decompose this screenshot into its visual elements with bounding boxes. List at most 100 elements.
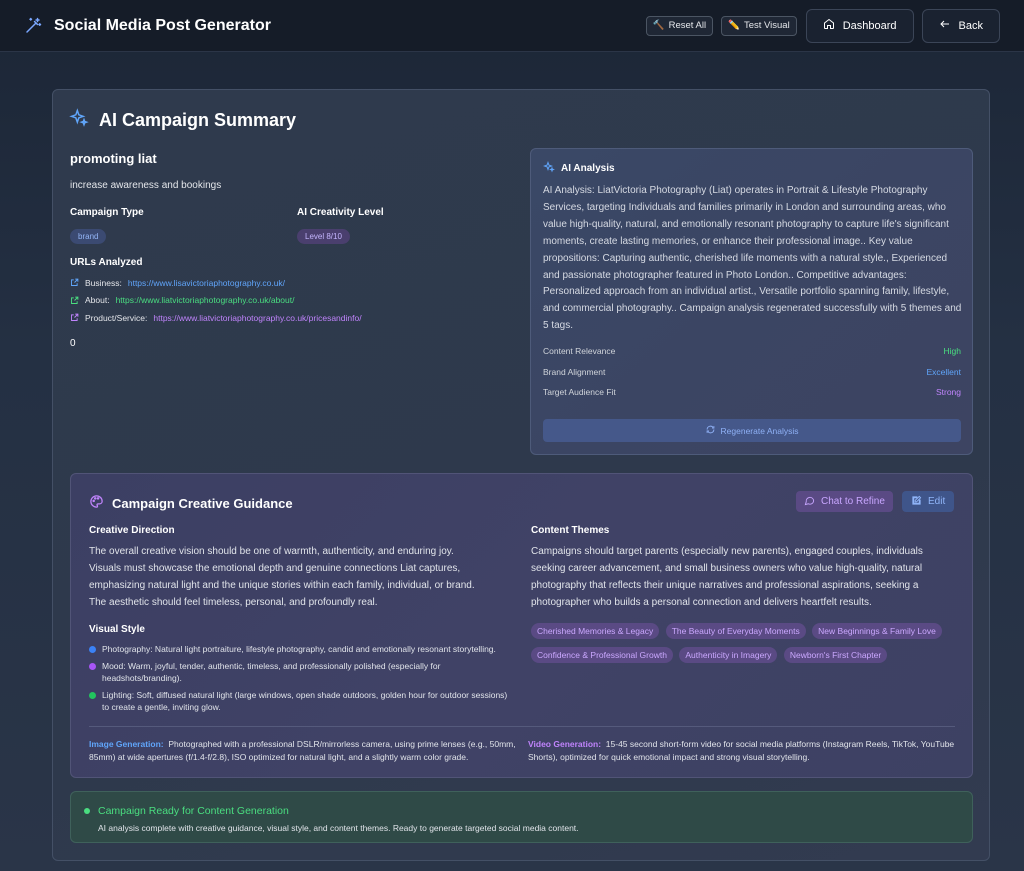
edit-label: Edit	[928, 496, 946, 507]
guidance-header: Campaign Creative Guidance	[89, 494, 293, 512]
palette-icon	[89, 494, 104, 512]
status-dot	[84, 808, 90, 814]
app-title: Social Media Post Generator	[54, 16, 271, 34]
pencil-icon: ✏️	[728, 20, 740, 31]
content-themes-text: Campaigns should target parents (especia…	[531, 546, 923, 608]
url-link[interactable]: https://www.lisavictoriaphotography.co.u…	[128, 278, 285, 288]
image-generation-row: Image Generation: Photographed with a pr…	[89, 738, 519, 763]
card-title: AI Campaign Summary	[69, 108, 296, 133]
ai-analysis-text: AI Analysis: LiatVictoria Photography (L…	[543, 185, 962, 332]
regenerate-analysis-button[interactable]: Regenerate Analysis	[543, 419, 961, 442]
metric-brand-alignment: Brand Alignment Excellent	[543, 367, 961, 377]
metric-value: Strong	[935, 387, 961, 397]
sparkles-icon	[542, 160, 555, 176]
arrow-left-icon	[939, 18, 951, 33]
regenerate-label: Regenerate Analysis	[720, 425, 799, 436]
ai-analysis-title: AI Analysis	[561, 163, 615, 174]
url-label: Business:	[85, 277, 122, 288]
back-label: Back	[958, 19, 983, 32]
chat-label: Chat to Refine	[821, 496, 885, 507]
visual-style-item: Lighting: Soft, diffused natural light (…	[89, 690, 514, 713]
visual-style-item: Mood: Warm, joyful, tender, authentic, t…	[89, 661, 514, 684]
metric-target-audience-fit: Target Audience Fit Strong	[543, 387, 961, 397]
url-row-business: Business: https://www.lisavictoriaphotog…	[70, 274, 362, 292]
campaign-summary-card: AI Campaign Summary promoting liat incre…	[52, 89, 990, 861]
back-button[interactable]: Back	[921, 8, 1000, 43]
hammer-icon: 🔨	[652, 20, 665, 31]
bullet-dot	[89, 692, 96, 699]
external-link-icon	[70, 296, 79, 305]
top-bar: Social Media Post Generator 🔨 Reset All …	[0, 0, 1024, 52]
ai-analysis-header: AI Analysis	[542, 160, 615, 176]
theme-tag: Confidence & Professional Growth	[531, 647, 673, 663]
creative-direction-text: The overall creative vision should be on…	[89, 546, 475, 608]
theme-tag: New Beginnings & Family Love	[812, 623, 942, 639]
visual-style-label: Visual Style	[89, 624, 145, 635]
image-generation-label: Image Generation:	[89, 739, 164, 749]
reset-all-label: Reset All	[668, 20, 707, 31]
visual-style-item: Photography: Natural light portraiture, …	[89, 644, 514, 656]
ready-subtitle: AI analysis complete with creative guida…	[98, 823, 579, 833]
visual-style-text: Mood: Warm, joyful, tender, authentic, t…	[102, 661, 441, 683]
divider	[89, 726, 955, 727]
theme-tags: Cherished Memories & Legacy The Beauty o…	[531, 621, 961, 669]
campaign-type-label: Campaign Type	[70, 207, 144, 218]
creative-direction-label: Creative Direction	[89, 525, 175, 536]
magic-wand-icon	[24, 16, 44, 36]
url-link[interactable]: https://www.liatvictoriaphotography.co.u…	[116, 295, 295, 305]
ready-header: Campaign Ready for Content Generation	[84, 805, 289, 817]
home-icon	[823, 18, 835, 33]
visual-style-text: Photography: Natural light portraiture, …	[102, 644, 496, 654]
sparkles-icon	[69, 108, 89, 133]
summary-title: AI Campaign Summary	[99, 110, 297, 130]
theme-tag: Newborn's First Chapter	[783, 647, 888, 663]
theme-tag: Authenticity in Imagery	[679, 647, 778, 663]
url-row-product: Product/Service: https://www.liatvictori…	[70, 309, 362, 327]
bullet-dot	[89, 646, 96, 653]
chat-to-refine-button[interactable]: Chat to Refine	[796, 491, 893, 512]
theme-tag: The Beauty of Everyday Moments	[665, 623, 806, 639]
metric-value: High	[943, 346, 961, 356]
metric-label: Brand Alignment	[543, 367, 606, 377]
zero-value: 0	[70, 338, 76, 349]
url-label: Product/Service:	[85, 312, 148, 323]
test-visual-button[interactable]: ✏️ Test Visual	[721, 15, 797, 36]
urls-section: URLs Analyzed Business: https://www.lisa…	[70, 257, 362, 327]
video-generation-row: Video Generation: 15-45 second short-for…	[528, 738, 958, 763]
reset-all-button[interactable]: 🔨 Reset All	[645, 15, 714, 36]
edit-icon	[911, 495, 922, 509]
content-themes-label: Content Themes	[531, 525, 610, 536]
ai-analysis-card: AI Analysis AI Analysis: LiatVictoria Ph…	[530, 148, 973, 455]
ready-title: Campaign Ready for Content Generation	[98, 805, 289, 817]
creativity-badge: Level 8/10	[297, 229, 350, 244]
creativity-label: AI Creativity Level	[297, 207, 384, 218]
refresh-icon	[706, 425, 715, 436]
campaign-type-section: Campaign Type brand	[70, 207, 144, 244]
video-generation-label: Video Generation:	[528, 739, 602, 749]
dashboard-label: Dashboard	[842, 19, 897, 32]
campaign-name: promoting liat	[70, 151, 157, 166]
external-link-icon	[70, 313, 79, 322]
campaign-type-badge: brand	[70, 229, 107, 244]
visual-style-text: Lighting: Soft, diffused natural light (…	[102, 690, 508, 712]
metric-label: Target Audience Fit	[543, 387, 616, 397]
dashboard-button[interactable]: Dashboard	[805, 8, 914, 43]
edit-button[interactable]: Edit	[902, 491, 955, 512]
url-link[interactable]: https://www.liatvictoriaphotography.co.u…	[153, 313, 361, 323]
external-link-icon	[70, 278, 79, 287]
url-label: About:	[85, 295, 110, 306]
guidance-title: Campaign Creative Guidance	[112, 495, 293, 511]
metric-content-relevance: Content Relevance High	[543, 346, 961, 356]
creative-guidance-card: Campaign Creative Guidance Chat to Refin…	[70, 473, 973, 778]
metric-label: Content Relevance	[543, 346, 616, 356]
metric-value: Excellent	[926, 367, 962, 377]
urls-label: URLs Analyzed	[70, 257, 143, 268]
url-row-about: About: https://www.liatvictoriaphotograp…	[70, 292, 362, 310]
chat-bubble-icon	[804, 495, 815, 509]
campaign-ready-card: Campaign Ready for Content Generation AI…	[70, 791, 973, 843]
theme-tag: Cherished Memories & Legacy	[531, 623, 660, 639]
test-visual-label: Test Visual	[743, 20, 790, 31]
creativity-section: AI Creativity Level Level 8/10	[297, 207, 384, 244]
campaign-goal: increase awareness and bookings	[70, 180, 222, 191]
bullet-dot	[89, 663, 96, 670]
